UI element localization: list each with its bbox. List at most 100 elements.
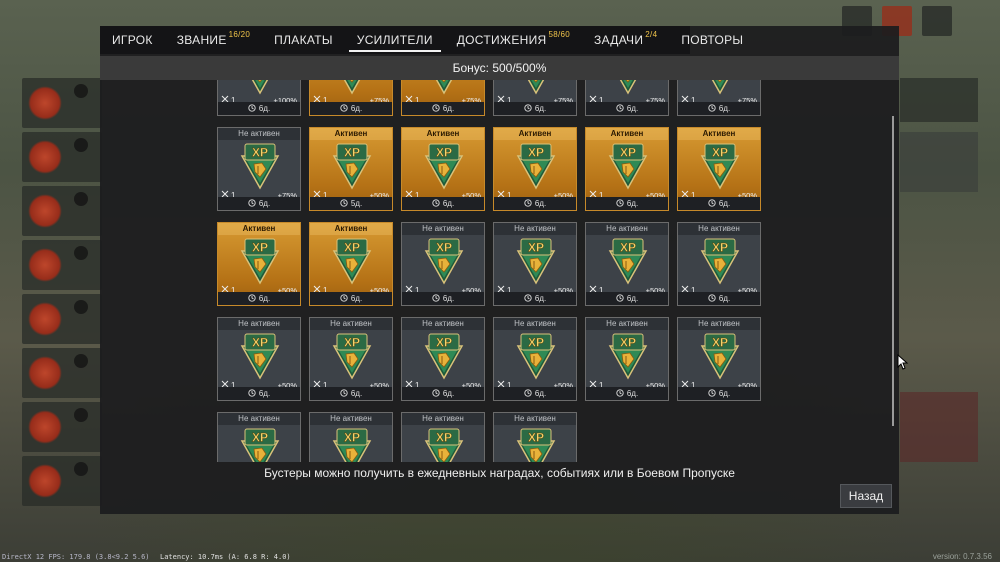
clock-icon (616, 198, 624, 209)
clock-icon (340, 293, 348, 304)
booster-duration: 6д. (402, 197, 484, 210)
booster-duration: 6д. (586, 102, 668, 115)
xp-badge-icon: XP (424, 80, 464, 95)
clock-icon (248, 388, 256, 399)
clock-icon (340, 388, 348, 399)
booster-card[interactable]: Активен XP 1 +50% 6д. (401, 127, 485, 211)
booster-status: Не активен (310, 318, 392, 330)
clock-icon (708, 103, 716, 114)
booster-status: Активен (310, 128, 392, 140)
booster-card[interactable]: Не активен XP 1 +50% 6д. (585, 222, 669, 306)
booster-status: Не активен (494, 223, 576, 235)
cursor-arrow-icon (897, 354, 909, 370)
tab-label: ЗАДАЧИ (594, 33, 644, 47)
back-button[interactable]: Назад (840, 484, 892, 508)
tab-3[interactable]: УСИЛИТЕЛИ (345, 26, 445, 54)
booster-duration: 6д. (494, 102, 576, 115)
clock-icon (340, 103, 348, 114)
booster-card[interactable]: Не активен XP 1 +75% 6д. (217, 127, 301, 211)
booster-card[interactable]: Активен XP 1 +50% 5д. (309, 127, 393, 211)
svg-text:XP: XP (528, 146, 544, 160)
booster-card[interactable]: XP1+75%6д. (585, 80, 669, 116)
booster-duration: 6д. (218, 197, 300, 210)
clock-icon (708, 388, 716, 399)
tab-label: УСИЛИТЕЛИ (356, 33, 433, 47)
tab-6[interactable]: ПОВТОРЫ (669, 26, 755, 54)
booster-duration-value: 6д. (442, 389, 455, 398)
booster-card[interactable]: XP1+100%6д. (217, 80, 301, 116)
tab-4[interactable]: ДОСТИЖЕНИЯ 58/60 (445, 26, 582, 54)
booster-card[interactable]: Не активен XP 1 +50% 6д. (493, 222, 577, 306)
profile-panel: ИГРОК ЗВАНИЕ 16/20 ПЛАКАТЫ УСИЛИТЕЛИ ДОСТИЖЕН… (100, 26, 899, 514)
booster-duration: 6д. (494, 387, 576, 400)
clock-icon (248, 103, 256, 114)
tab-0[interactable]: ИГРОК (100, 26, 165, 54)
tab-bar: ИГРОК ЗВАНИЕ 16/20 ПЛАКАТЫ УСИЛИТЕЛИ ДОСТИЖЕН… (100, 26, 755, 54)
booster-card[interactable]: XP1+75%6д. (309, 80, 393, 116)
clock-icon (248, 293, 256, 304)
booster-card[interactable]: Активен XP 1 +50% 6д. (493, 127, 577, 211)
tab-counter: 16/20 (228, 29, 251, 39)
booster-duration-value: 6д. (626, 294, 639, 303)
booster-card[interactable]: Не активен XP 1 +50% 6д. (309, 317, 393, 401)
clock-icon (432, 103, 440, 114)
xp-badge-icon: XP (332, 237, 372, 285)
background-right-panel (900, 78, 978, 498)
tab-5[interactable]: ЗАДАЧИ 2/4 (582, 26, 669, 54)
xp-badge-icon: XP (424, 237, 464, 285)
booster-duration: 6д. (586, 197, 668, 210)
booster-card[interactable]: Не активен XP 1 +50% 6д. (677, 222, 761, 306)
booster-card[interactable]: Не активен XP (493, 412, 577, 462)
booster-status: Активен (310, 223, 392, 235)
clock-icon (432, 388, 440, 399)
booster-card[interactable]: Не активен XP 1 +50% 6д. (585, 317, 669, 401)
booster-card[interactable]: XP1+75%6д. (401, 80, 485, 116)
booster-status: Не активен (402, 413, 484, 425)
clock-icon (616, 103, 624, 114)
booster-card[interactable]: XP1+75%6д. (493, 80, 577, 116)
booster-duration: 6д. (310, 292, 392, 305)
booster-duration-value: 6д. (534, 199, 547, 208)
booster-status: Не активен (678, 318, 760, 330)
booster-card[interactable]: Не активен XP 1 +50% 6д. (401, 222, 485, 306)
booster-status: Не активен (494, 413, 576, 425)
booster-card[interactable]: Не активен XP (309, 412, 393, 462)
booster-status: Активен (678, 128, 760, 140)
xp-badge-icon: XP (424, 427, 464, 462)
booster-duration: 6д. (494, 197, 576, 210)
booster-card[interactable]: Активен XP 1 +50% 6д. (309, 222, 393, 306)
version-label: version: 0.7.3.56 (932, 552, 992, 561)
tab-1[interactable]: ЗВАНИЕ 16/20 (165, 26, 262, 54)
booster-card[interactable]: Активен XP 1 +50% 6д. (217, 222, 301, 306)
booster-card[interactable]: Не активен XP (401, 412, 485, 462)
tab-label: ИГРОК (112, 33, 153, 47)
booster-card[interactable]: Не активен XP 1 +50% 6д. (401, 317, 485, 401)
tab-2[interactable]: ПЛАКАТЫ (262, 26, 345, 54)
svg-text:XP: XP (344, 431, 360, 445)
svg-text:XP: XP (528, 241, 544, 255)
booster-duration-value: 6д. (258, 199, 271, 208)
booster-card[interactable]: XP1+75%6д. (677, 80, 761, 116)
booster-card[interactable]: Не активен XP 1 +50% 6д. (677, 317, 761, 401)
svg-text:XP: XP (436, 336, 452, 350)
svg-text:XP: XP (252, 146, 268, 160)
booster-card[interactable]: Активен XP 1 +50% 6д. (585, 127, 669, 211)
booster-card[interactable]: Не активен XP 1 +50% 6д. (217, 317, 301, 401)
scrollbar[interactable] (892, 116, 894, 426)
booster-status: Не активен (586, 223, 668, 235)
booster-card[interactable]: Не активен XP (217, 412, 301, 462)
booster-duration-value: 6д. (350, 389, 363, 398)
booster-duration: 6д. (678, 102, 760, 115)
booster-duration-value: 6д. (626, 104, 639, 113)
booster-status: Не активен (218, 318, 300, 330)
booster-grid-viewport[interactable]: XP1+100%6д.XP1+75%6д.XP1+75%6д.XP1+75%6д… (100, 80, 899, 462)
booster-card[interactable]: Активен XP 1 +50% 6д. (677, 127, 761, 211)
tab-label: ЗВАНИЕ (176, 33, 227, 47)
booster-duration: 6д. (678, 387, 760, 400)
clock-icon (524, 103, 532, 114)
booster-card[interactable]: Не активен XP 1 +50% 6д. (493, 317, 577, 401)
booster-status: Не активен (402, 318, 484, 330)
tab-label: ПЛАКАТЫ (274, 33, 333, 47)
svg-text:XP: XP (436, 241, 452, 255)
booster-duration-value: 6д. (258, 294, 271, 303)
